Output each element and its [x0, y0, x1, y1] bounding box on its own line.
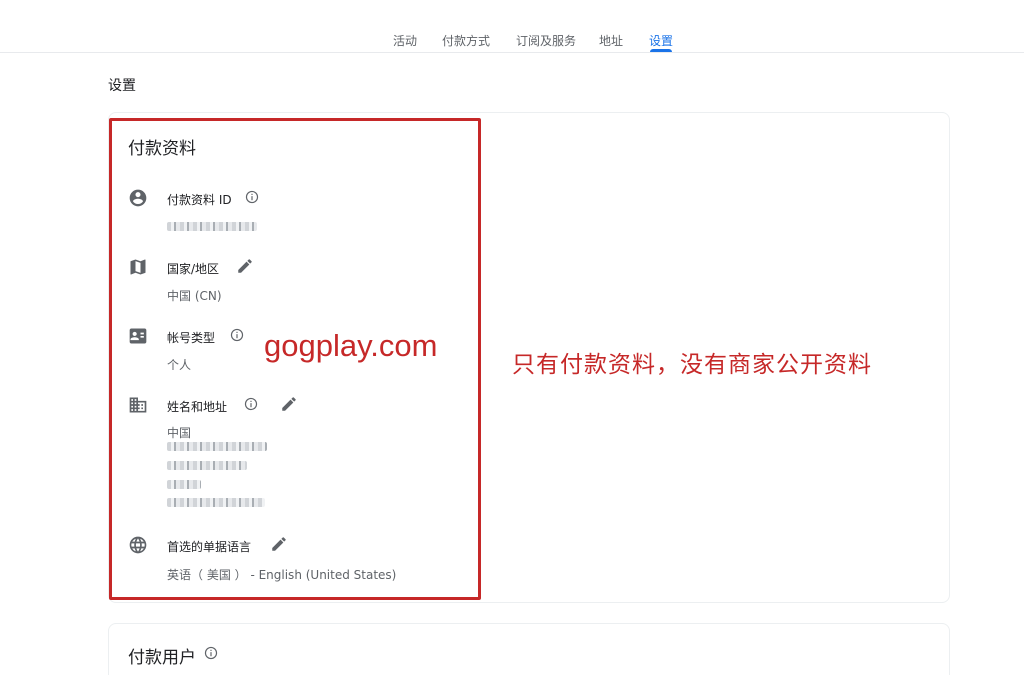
preferred-language-value: 英语（ 美国 ） - English (United States)	[167, 568, 397, 582]
address-line-redacted	[167, 480, 201, 489]
address-line-redacted	[167, 498, 265, 507]
watermark-text: gogplay.com	[264, 328, 438, 363]
tab-activity[interactable]: 活动	[393, 32, 417, 49]
payment-profile-id-label: 付款资料 ID	[167, 193, 232, 207]
page-title: 设置	[108, 78, 136, 94]
annotation-text: 只有付款资料，没有商家公开资料	[512, 352, 872, 378]
info-icon[interactable]	[204, 646, 218, 660]
info-icon[interactable]	[230, 328, 244, 342]
country-region-label: 国家/地区	[167, 262, 220, 276]
tab-settings[interactable]: 设置	[649, 32, 673, 49]
edit-address-icon[interactable]	[280, 395, 298, 413]
address-line-redacted	[167, 442, 267, 451]
tab-payment-methods[interactable]: 付款方式	[442, 32, 490, 49]
info-icon[interactable]	[244, 397, 258, 411]
id-card-icon	[129, 328, 147, 344]
building-icon	[129, 397, 147, 413]
address-country-value: 中国	[167, 426, 192, 440]
map-icon	[130, 259, 146, 275]
edit-country-icon[interactable]	[236, 257, 254, 275]
name-address-label: 姓名和地址	[167, 400, 228, 414]
country-region-value: 中国 (CN)	[167, 289, 222, 303]
top-navigation: 活动 付款方式 订阅及服务 地址 设置	[0, 0, 1024, 53]
globe-icon	[129, 536, 147, 554]
active-tab-indicator	[650, 49, 672, 52]
payment-profile-id-value-redacted	[167, 222, 257, 231]
payment-users-title: 付款用户	[128, 648, 196, 668]
payment-profile-title: 付款资料	[128, 139, 196, 159]
tab-subscriptions-services[interactable]: 订阅及服务	[516, 32, 576, 49]
edit-language-icon[interactable]	[270, 535, 288, 553]
account-circle-icon	[129, 189, 147, 207]
account-type-label: 帐号类型	[167, 331, 216, 345]
info-icon[interactable]	[245, 190, 259, 204]
payment-users-card	[108, 623, 950, 675]
account-type-value: 个人	[167, 358, 192, 372]
tab-addresses[interactable]: 地址	[599, 32, 623, 49]
address-line-redacted	[167, 461, 247, 470]
preferred-language-label: 首选的单据语言	[167, 540, 252, 554]
